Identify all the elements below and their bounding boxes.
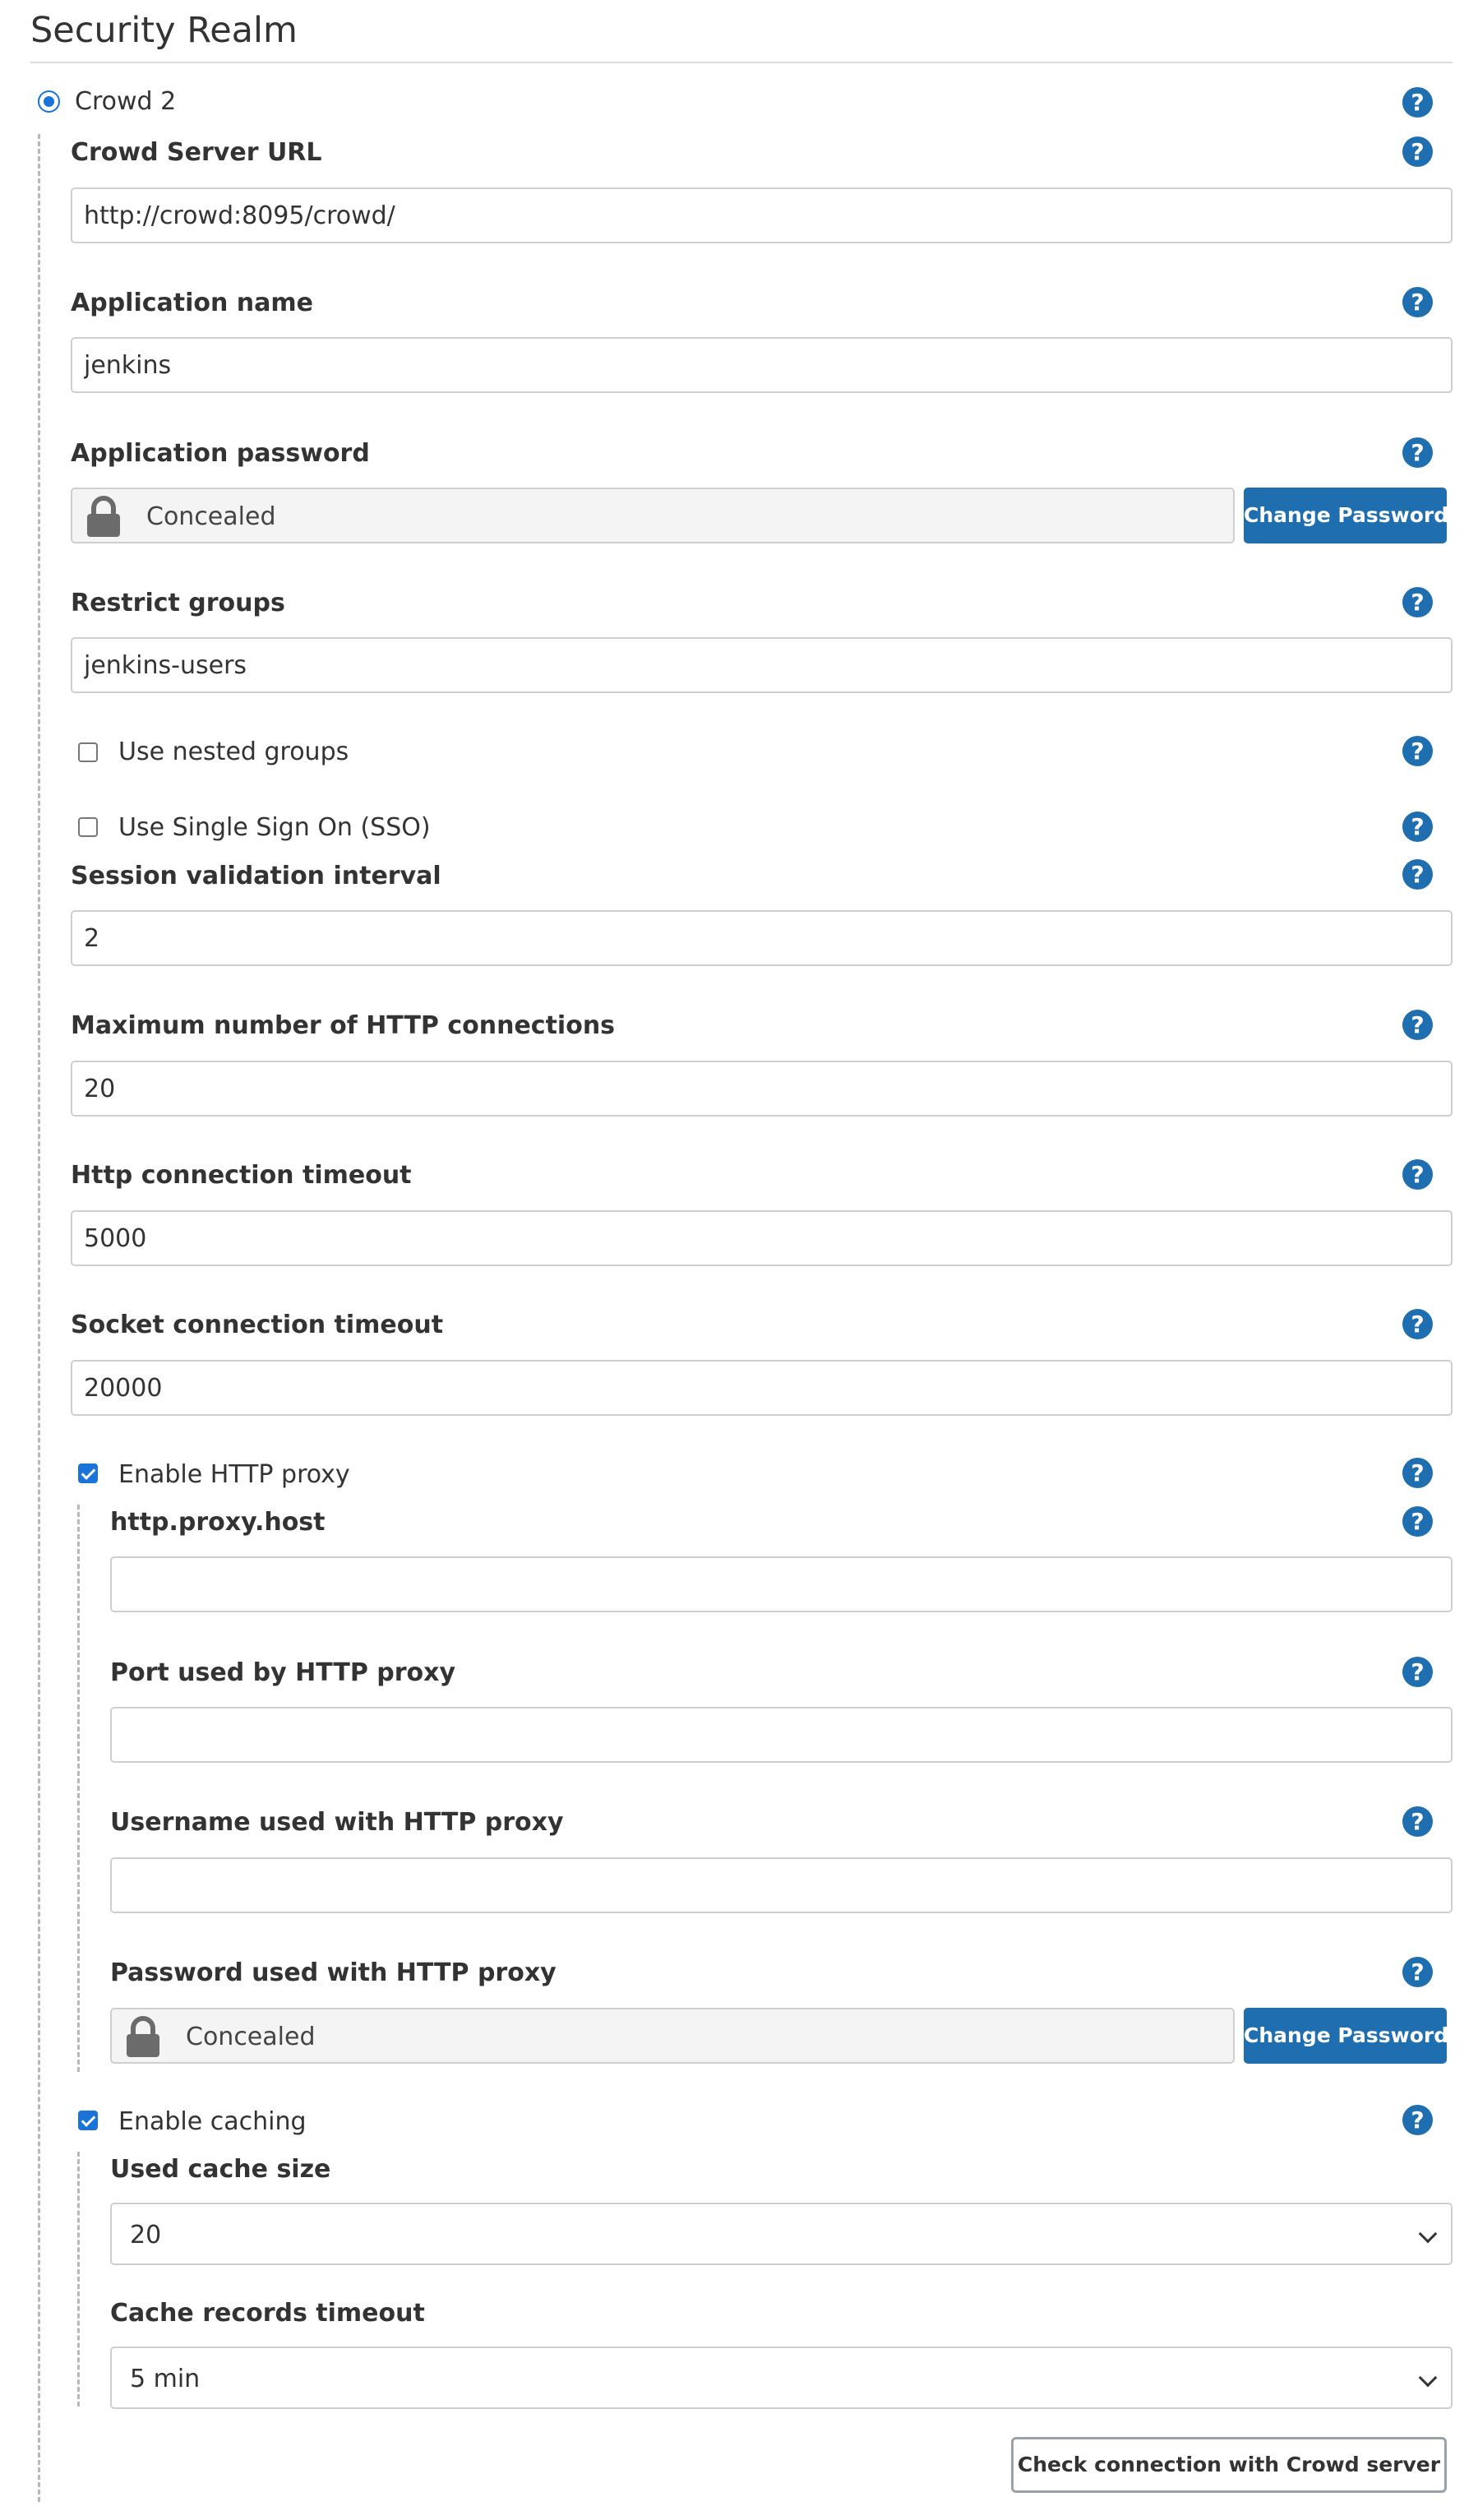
proxy-host-label: http.proxy.host: [110, 1508, 326, 1537]
realm-radio[interactable]: [38, 90, 60, 113]
section-title: Security Realm: [30, 10, 298, 51]
lock-icon: [87, 496, 120, 537]
help-icon[interactable]: ?: [1402, 736, 1433, 766]
max-http-label: Maximum number of HTTP connections: [71, 1011, 616, 1040]
proxy-username-label: Username used with HTTP proxy: [110, 1808, 564, 1837]
socket-timeout-input[interactable]: [71, 1360, 1453, 1416]
cache-timeout-value: 5 min: [130, 2365, 201, 2393]
help-icon[interactable]: ?: [1402, 1159, 1433, 1190]
lock-icon: [127, 2016, 159, 2057]
socket-timeout-label: Socket connection timeout: [71, 1311, 444, 1339]
http-proxy-checkbox[interactable]: [78, 1463, 98, 1483]
cache-size-value: 20: [130, 2221, 162, 2250]
help-icon[interactable]: ?: [1402, 1010, 1433, 1040]
help-icon[interactable]: ?: [1402, 1657, 1433, 1687]
app-name-label: Application name: [71, 289, 314, 317]
indent-line: [38, 134, 40, 2502]
section-divider: [30, 62, 1453, 63]
cache-size-label: Used cache size: [110, 2155, 331, 2184]
proxy-password-value: Concealed: [186, 2023, 316, 2051]
restrict-groups-label: Restrict groups: [71, 589, 285, 617]
proxy-host-input[interactable]: [110, 1556, 1453, 1612]
help-icon[interactable]: ?: [1402, 1506, 1433, 1537]
help-icon[interactable]: ?: [1402, 287, 1433, 317]
change-proxy-password-button[interactable]: Change Password: [1244, 2008, 1448, 2064]
help-icon[interactable]: ?: [1402, 136, 1433, 167]
caching-label: Enable caching: [118, 2107, 307, 2136]
proxy-username-input[interactable]: [110, 1857, 1453, 1913]
proxy-port-input[interactable]: [110, 1707, 1453, 1763]
restrict-groups-input[interactable]: [71, 637, 1453, 693]
change-password-button[interactable]: Change Password: [1244, 488, 1448, 543]
app-name-input[interactable]: [71, 337, 1453, 393]
help-icon[interactable]: ?: [1402, 437, 1433, 468]
help-icon[interactable]: ?: [1402, 1957, 1433, 1987]
cache-timeout-select[interactable]: 5 min: [110, 2347, 1453, 2409]
proxy-indent-line: [77, 1505, 80, 2072]
caching-indent-line: [77, 2152, 80, 2407]
nested-groups-checkbox[interactable]: [78, 742, 98, 762]
app-password-label: Application password: [71, 439, 370, 468]
help-icon[interactable]: ?: [1402, 587, 1433, 617]
help-icon[interactable]: ?: [1402, 1309, 1433, 1339]
http-proxy-label: Enable HTTP proxy: [118, 1460, 350, 1489]
help-icon[interactable]: ?: [1402, 1458, 1433, 1488]
http-timeout-label: Http connection timeout: [71, 1161, 412, 1190]
server-url-label: Crowd Server URL: [71, 138, 322, 167]
max-http-input[interactable]: [71, 1061, 1453, 1117]
help-icon[interactable]: ?: [1402, 1806, 1433, 1837]
sso-checkbox[interactable]: [78, 817, 98, 837]
server-url-input[interactable]: [71, 187, 1453, 243]
session-interval-label: Session validation interval: [71, 862, 441, 890]
session-interval-input[interactable]: [71, 910, 1453, 966]
http-timeout-input[interactable]: [71, 1210, 1453, 1266]
help-icon[interactable]: ?: [1402, 811, 1433, 842]
chevron-down-icon: [1418, 2368, 1438, 2388]
proxy-port-label: Port used by HTTP proxy: [110, 1658, 456, 1687]
proxy-password-label: Password used with HTTP proxy: [110, 1958, 557, 1987]
sso-label: Use Single Sign On (SSO): [118, 813, 431, 842]
app-password-concealed: Concealed: [71, 488, 1235, 543]
help-icon[interactable]: ?: [1402, 859, 1433, 890]
check-connection-button[interactable]: Check connection with Crowd server: [1011, 2437, 1447, 2493]
realm-radio-label: Crowd 2: [75, 87, 177, 116]
chevron-down-icon: [1418, 2224, 1438, 2244]
nested-groups-label: Use nested groups: [118, 738, 349, 766]
caching-checkbox[interactable]: [78, 2111, 98, 2130]
cache-size-select[interactable]: 20: [110, 2203, 1453, 2265]
proxy-password-concealed: Concealed: [110, 2008, 1235, 2064]
help-icon[interactable]: ?: [1402, 87, 1433, 118]
app-password-value: Concealed: [146, 502, 276, 531]
cache-timeout-label: Cache records timeout: [110, 2299, 425, 2328]
help-icon[interactable]: ?: [1402, 2105, 1433, 2135]
